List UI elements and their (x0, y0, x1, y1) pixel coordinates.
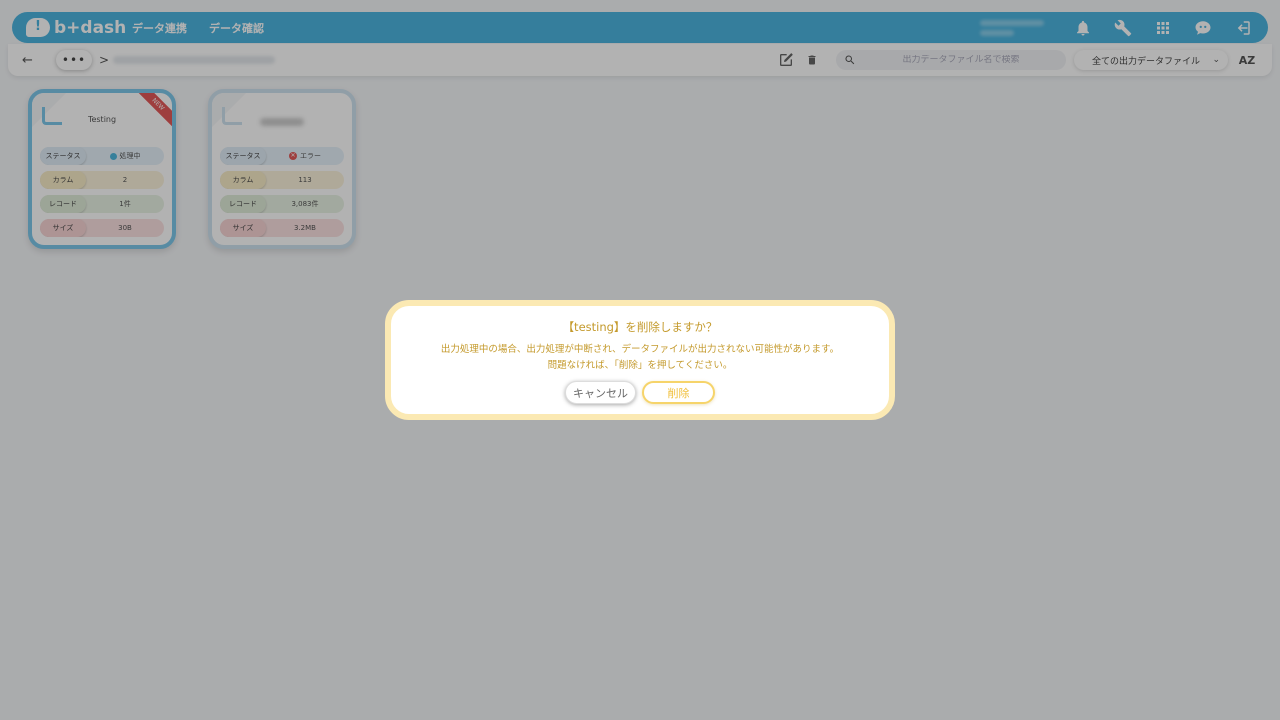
dialog-message-line: 問題なければ、「削除」を押してください。 (547, 360, 733, 371)
dialog-buttons: キャンセル 削除 (391, 381, 889, 404)
cancel-button[interactable]: キャンセル (565, 381, 636, 404)
dialog-title: 【testing】を削除しますか？ (562, 320, 718, 334)
dialog-message: 出力処理中の場合、出力処理が中断され、データファイルが出力されない可能性がありま… (391, 342, 889, 374)
dialog-message-line: 出力処理中の場合、出力処理が中断され、データファイルが出力されない可能性がありま… (440, 344, 840, 355)
delete-button[interactable]: 削除 (642, 381, 715, 404)
delete-confirm-dialog: 【testing】を削除しますか？ 出力処理中の場合、出力処理が中断され、データ… (385, 300, 895, 420)
